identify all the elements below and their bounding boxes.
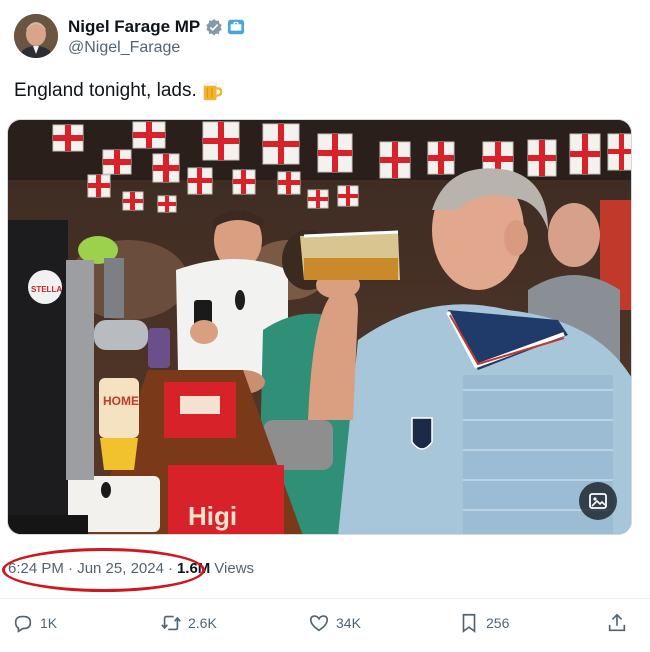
heart-icon — [309, 615, 329, 632]
author-name[interactable]: Nigel Farage MP — [68, 17, 200, 37]
tweet-body: England tonight, lads. — [14, 80, 197, 101]
meta-separator: · — [167, 560, 173, 577]
share-icon — [608, 613, 626, 632]
share-button[interactable] — [606, 612, 628, 634]
svg-text:Higi: Higi — [188, 501, 237, 531]
divider — [0, 598, 650, 599]
reply-icon — [14, 615, 32, 633]
media-options-button[interactable] — [579, 482, 617, 520]
reply-count: 1K — [40, 615, 58, 631]
tweet-text: England tonight, lads. — [14, 80, 223, 102]
avatar[interactable] — [14, 14, 58, 58]
tweet-photo[interactable]: Higi STELLA HOME — [7, 119, 632, 535]
beer-mug-icon — [202, 81, 223, 101]
reply-button[interactable]: 1K — [12, 612, 57, 634]
action-bar: 1K 2.6K 34K 256 — [0, 612, 650, 642]
media-options-icon — [589, 493, 607, 509]
views-label: Views — [214, 560, 255, 577]
bookmark-button[interactable]: 256 — [458, 612, 509, 634]
bookmark-icon — [462, 613, 476, 633]
timestamp-link[interactable]: 6:24 PM · Jun 25, 2024 — [8, 560, 164, 577]
svg-text:HOME: HOME — [103, 394, 139, 408]
repost-icon — [161, 615, 181, 631]
author-handle[interactable]: @Nigel_Farage — [68, 39, 245, 57]
affiliate-badge-icon[interactable] — [227, 18, 245, 36]
bookmark-count: 256 — [486, 615, 510, 631]
tweet-header: Nigel Farage MP @Nigel_Farage — [14, 14, 245, 58]
verified-badge-icon[interactable] — [205, 18, 223, 36]
svg-text:STELLA: STELLA — [31, 285, 62, 294]
photo: Higi STELLA HOME — [8, 120, 631, 534]
like-button[interactable]: 34K — [308, 612, 361, 634]
tweet-meta: 6:24 PM · Jun 25, 2024 · 1.6M Views — [8, 560, 254, 577]
like-count: 34K — [336, 615, 361, 631]
views-count[interactable]: 1.6M — [177, 560, 210, 577]
repost-count: 2.6K — [188, 615, 217, 631]
repost-button[interactable]: 2.6K — [160, 612, 217, 634]
